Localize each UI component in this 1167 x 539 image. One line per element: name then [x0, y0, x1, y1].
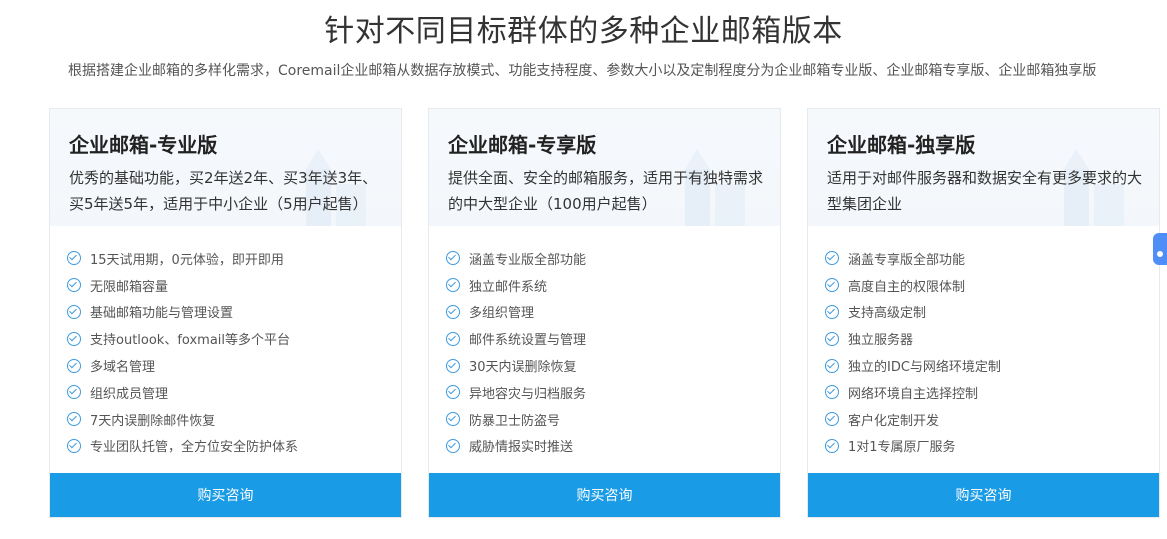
- buy-consult-button[interactable]: 购买咨询: [808, 473, 1159, 517]
- check-circle-icon: [446, 278, 460, 293]
- buy-consult-button[interactable]: 购买咨询: [429, 473, 780, 517]
- feature-item: 独立服务器: [825, 325, 1001, 352]
- card-header: 企业邮箱-独享版 适用于对邮件服务器和数据安全有更多要求的大型集团企业: [808, 109, 1159, 226]
- feature-item: 涵盖专业版全部功能: [446, 245, 586, 272]
- check-circle-icon: [446, 438, 460, 453]
- check-circle-icon: [825, 304, 839, 319]
- plan-intro: 适用于对邮件服务器和数据安全有更多要求的大型集团企业: [827, 169, 1143, 213]
- check-circle-icon: [446, 331, 460, 346]
- feature-item: 基础邮箱功能与管理设置: [67, 299, 298, 326]
- feature-item: 无限邮箱容量: [67, 272, 298, 299]
- check-circle-icon: [67, 412, 81, 427]
- check-circle-icon: [825, 412, 839, 427]
- feature-item: 异地容灾与归档服务: [446, 379, 586, 406]
- feature-item: 独立的IDC与网络环境定制: [825, 352, 1001, 379]
- plan-name: 企业邮箱-专享版: [448, 133, 597, 157]
- chat-icon[interactable]: [1153, 233, 1167, 265]
- feature-item: 客户化定制开发: [825, 406, 1001, 433]
- plan-card-exclusive: 企业邮箱-专享版 提供全面、安全的邮箱服务，适用于有独特需求的中大型企业（100…: [428, 108, 781, 518]
- feature-list: 15天试用期，0元体验，即开即用 无限邮箱容量 基础邮箱功能与管理设置 支持ou…: [67, 245, 298, 459]
- check-circle-icon: [67, 304, 81, 319]
- check-circle-icon: [67, 358, 81, 373]
- feature-item: 高度自主的权限体制: [825, 272, 1001, 299]
- plan-card-pro: 企业邮箱-专业版 优秀的基础功能，买2年送2年、买3年送3年、买5年送5年，适用…: [49, 108, 402, 518]
- feature-item: 7天内误删除邮件恢复: [67, 406, 298, 433]
- feature-item: 多域名管理: [67, 352, 298, 379]
- check-circle-icon: [67, 438, 81, 453]
- feature-list: 涵盖专享版全部功能 高度自主的权限体制 支持高级定制 独立服务器 独立的IDC与…: [825, 245, 1001, 459]
- feature-item: 威胁情报实时推送: [446, 433, 586, 460]
- plan-intro: 优秀的基础功能，买2年送2年、买3年送3年、买5年送5年，适用于中小企业（5用户…: [69, 169, 378, 213]
- check-circle-icon: [825, 278, 839, 293]
- check-circle-icon: [446, 304, 460, 319]
- card-header: 企业邮箱-专享版 提供全面、安全的邮箱服务，适用于有独特需求的中大型企业（100…: [429, 109, 780, 226]
- check-circle-icon: [825, 385, 839, 400]
- feature-item: 防暴卫士防盗号: [446, 406, 586, 433]
- feature-item: 支持outlook、foxmail等多个平台: [67, 325, 298, 352]
- check-circle-icon: [67, 278, 81, 293]
- feature-item: 专业团队托管，全方位安全防护体系: [67, 433, 298, 460]
- check-circle-icon: [825, 331, 839, 346]
- check-circle-icon: [825, 438, 839, 453]
- feature-item: 多组织管理: [446, 299, 586, 326]
- check-circle-icon: [446, 385, 460, 400]
- buy-consult-button[interactable]: 购买咨询: [50, 473, 401, 517]
- plan-name: 企业邮箱-独享版: [827, 133, 976, 157]
- check-circle-icon: [446, 358, 460, 373]
- feature-item: 组织成员管理: [67, 379, 298, 406]
- check-circle-icon: [825, 358, 839, 373]
- plan-intro: 提供全面、安全的邮箱服务，适用于有独特需求的中大型企业（100用户起售）: [448, 169, 764, 213]
- page-title: 针对不同目标群体的多种企业邮箱版本: [324, 14, 843, 49]
- check-circle-icon: [67, 251, 81, 266]
- plan-name: 企业邮箱-专业版: [69, 133, 218, 157]
- feature-item: 独立邮件系统: [446, 272, 586, 299]
- card-header: 企业邮箱-专业版 优秀的基础功能，买2年送2年、买3年送3年、买5年送5年，适用…: [50, 109, 401, 226]
- feature-item: 涵盖专享版全部功能: [825, 245, 1001, 272]
- feature-item: 1对1专属原厂服务: [825, 433, 1001, 460]
- feature-item: 邮件系统设置与管理: [446, 325, 586, 352]
- check-circle-icon: [825, 251, 839, 266]
- feature-item: 网络环境自主选择控制: [825, 379, 1001, 406]
- check-circle-icon: [67, 331, 81, 346]
- check-circle-icon: [446, 251, 460, 266]
- plan-card-dedicated: 企业邮箱-独享版 适用于对邮件服务器和数据安全有更多要求的大型集团企业 涵盖专享…: [807, 108, 1160, 518]
- page-description: 根据搭建企业邮箱的多样化需求，Coremail企业邮箱从数据存放模式、功能支持程…: [68, 63, 1097, 79]
- check-circle-icon: [446, 412, 460, 427]
- feature-list: 涵盖专业版全部功能 独立邮件系统 多组织管理 邮件系统设置与管理 30天内误删除…: [446, 245, 586, 459]
- feature-item: 15天试用期，0元体验，即开即用: [67, 245, 298, 272]
- feature-item: 30天内误删除恢复: [446, 352, 586, 379]
- check-circle-icon: [67, 385, 81, 400]
- feature-item: 支持高级定制: [825, 299, 1001, 326]
